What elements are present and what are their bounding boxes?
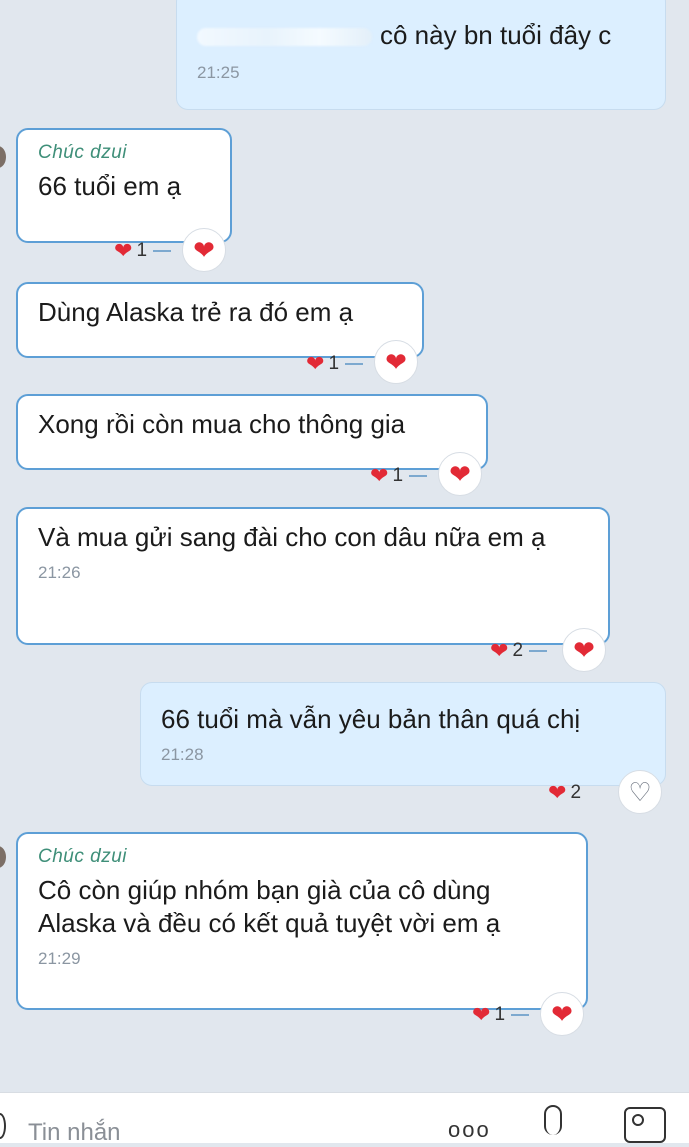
message-composer: Tin nhắn ooo: [0, 1092, 689, 1146]
microphone-icon[interactable]: [544, 1105, 562, 1135]
message-bubble-incoming[interactable]: Xong rồi còn mua cho thông gia: [16, 394, 488, 470]
heart-icon: ❤: [114, 238, 133, 263]
message-text: Và mua gửi sang đài cho con dâu nữa em ạ: [38, 522, 546, 552]
reaction-count: 1: [136, 240, 148, 261]
message-bubble-incoming[interactable]: Và mua gửi sang đài cho con dâu nữa em ạ…: [16, 507, 610, 645]
heart-icon: ❤: [573, 634, 595, 665]
react-heart-button[interactable]: ❤: [438, 452, 482, 496]
reaction-count: 2: [570, 782, 582, 803]
heart-icon: ❤: [385, 346, 407, 377]
reaction-count: 1: [392, 465, 404, 486]
message-time: 21:25: [197, 63, 240, 82]
heart-icon: ❤: [490, 638, 509, 663]
reaction-summary[interactable]: ❤ 1: [306, 349, 364, 379]
sender-name: Chúc dzui: [38, 142, 127, 163]
divider: [529, 650, 548, 652]
message-bubble-outgoing[interactable]: cô này bn tuổi đây c 21:25: [176, 0, 666, 110]
message-text: Dùng Alaska trẻ ra đó em ạ: [38, 297, 354, 327]
avatar[interactable]: [0, 846, 6, 868]
image-icon[interactable]: [624, 1107, 666, 1143]
reaction-summary[interactable]: ❤ 1: [472, 1000, 530, 1030]
reaction-summary[interactable]: ❤ 2: [548, 778, 581, 808]
react-heart-button[interactable]: ❤: [540, 992, 584, 1036]
message-text: 66 tuổi mà vẫn yêu bản thân quá chị: [161, 704, 581, 734]
divider: [153, 250, 172, 252]
message-bubble-incoming[interactable]: Chúc dzui Cô còn giúp nhóm bạn già của c…: [16, 832, 588, 1010]
heart-icon: ❤: [193, 234, 215, 265]
heart-icon: ❤: [306, 351, 325, 376]
reaction-summary[interactable]: ❤ 1: [114, 236, 172, 266]
heart-icon: ❤: [449, 458, 471, 489]
heart-icon: ❤: [548, 780, 567, 805]
react-heart-button[interactable]: ❤: [562, 628, 606, 672]
message-input[interactable]: Tin nhắn: [28, 1119, 121, 1147]
reaction-count: 2: [512, 640, 524, 661]
heart-icon: ❤: [370, 463, 389, 488]
reaction-summary[interactable]: ❤ 1: [370, 461, 428, 491]
message-text: Cô còn giúp nhóm bạn già của cô dùng Ala…: [38, 875, 501, 938]
message-bubble-incoming[interactable]: Dùng Alaska trẻ ra đó em ạ: [16, 282, 424, 358]
avatar[interactable]: [0, 146, 6, 168]
message-time: 21:28: [161, 745, 204, 764]
react-heart-button[interactable]: ❤: [182, 228, 226, 272]
reaction-count: 1: [494, 1004, 506, 1025]
heart-icon: ❤: [551, 998, 573, 1029]
divider: [511, 1014, 530, 1016]
heart-icon: ❤: [472, 1002, 491, 1027]
message-text: cô này bn tuổi đây c: [197, 19, 645, 52]
message-text: 66 tuổi em ạ: [38, 171, 182, 201]
more-icon[interactable]: ooo: [448, 1117, 491, 1143]
message-bubble-incoming[interactable]: Chúc dzui 66 tuổi em ạ: [16, 128, 232, 243]
divider: [345, 363, 364, 365]
redacted-name: [197, 28, 372, 47]
react-heart-button[interactable]: ♡: [618, 770, 662, 814]
reaction-count: 1: [328, 353, 340, 374]
message-text: Xong rồi còn mua cho thông gia: [38, 409, 406, 439]
sender-name: Chúc dzui: [38, 846, 127, 867]
react-heart-button[interactable]: ❤: [374, 340, 418, 384]
sticker-icon[interactable]: [0, 1113, 6, 1139]
message-time: 21:26: [38, 563, 81, 582]
reaction-summary[interactable]: ❤ 2: [490, 636, 548, 666]
message-bubble-outgoing[interactable]: 66 tuổi mà vẫn yêu bản thân quá chị 21:2…: [140, 682, 666, 786]
chat-area: cô này bn tuổi đây c 21:25 Chúc dzui 66 …: [0, 0, 689, 1092]
heart-outline-icon: ♡: [628, 776, 652, 807]
message-time: 21:29: [38, 949, 81, 968]
divider: [409, 475, 428, 477]
